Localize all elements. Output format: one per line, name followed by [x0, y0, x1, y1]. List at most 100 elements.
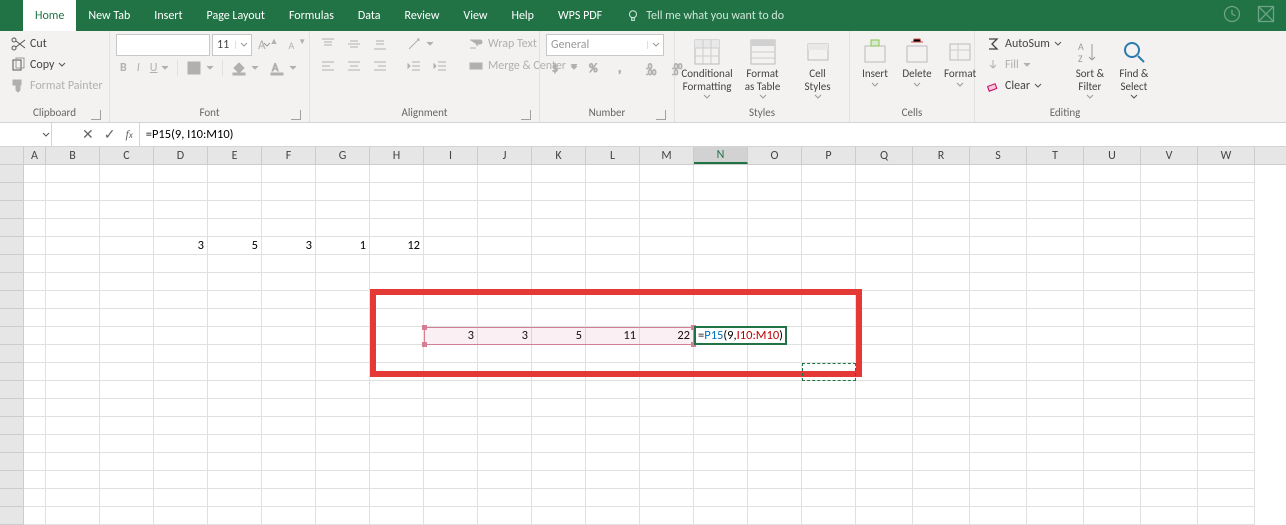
cell-S10[interactable] [970, 327, 1027, 345]
cell-A18[interactable] [24, 471, 46, 489]
col-header-R[interactable]: R [913, 147, 970, 164]
cell-T10[interactable] [1027, 327, 1084, 345]
row-header-2[interactable] [0, 183, 24, 201]
cell-U2[interactable] [1084, 183, 1141, 201]
cell-C14[interactable] [100, 399, 154, 417]
cell-U16[interactable] [1084, 435, 1141, 453]
cell-G8[interactable] [316, 291, 370, 309]
cell-D3[interactable] [154, 201, 208, 219]
cell-D16[interactable] [154, 435, 208, 453]
cell-J20[interactable] [478, 507, 532, 525]
cell-E2[interactable] [208, 183, 262, 201]
col-header-P[interactable]: P [802, 147, 856, 164]
cell-G16[interactable] [316, 435, 370, 453]
cell-F16[interactable] [262, 435, 316, 453]
cell-W15[interactable] [1198, 417, 1255, 435]
cell-T5[interactable] [1027, 237, 1084, 255]
tab-formulas[interactable]: Formulas [277, 0, 346, 31]
row-header-18[interactable] [0, 471, 24, 489]
cell-A4[interactable] [24, 219, 46, 237]
cell-O8[interactable] [748, 291, 802, 309]
cell-O4[interactable] [748, 219, 802, 237]
cell-A10[interactable] [24, 327, 46, 345]
cell-J17[interactable] [478, 453, 532, 471]
shrink-font-button[interactable]: A▼ [284, 37, 310, 54]
cell-K6[interactable] [532, 255, 586, 273]
tab-insert[interactable]: Insert [142, 0, 194, 31]
cell-K7[interactable] [532, 273, 586, 291]
cell-R8[interactable] [913, 291, 970, 309]
cell-K12[interactable] [532, 363, 586, 381]
cell-F10[interactable] [262, 327, 316, 345]
cell-F19[interactable] [262, 489, 316, 507]
cell-U4[interactable] [1084, 219, 1141, 237]
cell-S4[interactable] [970, 219, 1027, 237]
cell-P10[interactable] [802, 327, 856, 345]
cell-M9[interactable] [640, 309, 694, 327]
cell-N5[interactable] [694, 237, 748, 255]
cell-G13[interactable] [316, 381, 370, 399]
cell-N1[interactable] [694, 165, 748, 183]
cell-K13[interactable] [532, 381, 586, 399]
tab-review[interactable]: Review [393, 0, 452, 31]
cell-M3[interactable] [640, 201, 694, 219]
cell-V13[interactable] [1141, 381, 1198, 399]
cell-M5[interactable] [640, 237, 694, 255]
cell-P4[interactable] [802, 219, 856, 237]
cell-N15[interactable] [694, 417, 748, 435]
cell-I18[interactable] [424, 471, 478, 489]
cell-I20[interactable] [424, 507, 478, 525]
row-header-12[interactable] [0, 363, 24, 381]
cell-D5[interactable]: 3 [154, 237, 208, 255]
cell-W16[interactable] [1198, 435, 1255, 453]
cell-P1[interactable] [802, 165, 856, 183]
cell-U6[interactable] [1084, 255, 1141, 273]
row-header-11[interactable] [0, 345, 24, 363]
cell-R7[interactable] [913, 273, 970, 291]
cell-C9[interactable] [100, 309, 154, 327]
cell-W10[interactable] [1198, 327, 1255, 345]
cell-Q13[interactable] [856, 381, 913, 399]
cell-P17[interactable] [802, 453, 856, 471]
cell-S5[interactable] [970, 237, 1027, 255]
col-header-T[interactable]: T [1027, 147, 1084, 164]
align-right-button[interactable] [368, 56, 392, 76]
cell-R12[interactable] [913, 363, 970, 381]
cell-W11[interactable] [1198, 345, 1255, 363]
cell-F9[interactable] [262, 309, 316, 327]
cell-G5[interactable]: 1 [316, 237, 370, 255]
cell-U5[interactable] [1084, 237, 1141, 255]
cell-J14[interactable] [478, 399, 532, 417]
cell-N13[interactable] [694, 381, 748, 399]
cell-O9[interactable] [748, 309, 802, 327]
cell-D12[interactable] [154, 363, 208, 381]
cell-D7[interactable] [154, 273, 208, 291]
cell-C11[interactable] [100, 345, 154, 363]
cell-U12[interactable] [1084, 363, 1141, 381]
cell-W3[interactable] [1198, 201, 1255, 219]
autosum-button[interactable]: AutoSum [981, 34, 1066, 54]
cell-P12[interactable] [802, 363, 856, 381]
cell-I8[interactable] [424, 291, 478, 309]
cell-H14[interactable] [370, 399, 424, 417]
cell-B5[interactable] [46, 237, 100, 255]
cell-Q14[interactable] [856, 399, 913, 417]
cell-C15[interactable] [100, 417, 154, 435]
name-box-input[interactable] [0, 128, 40, 142]
cell-W4[interactable] [1198, 219, 1255, 237]
cell-I5[interactable] [424, 237, 478, 255]
col-header-N[interactable]: N [694, 147, 748, 164]
row-header-9[interactable] [0, 309, 24, 327]
cell-C20[interactable] [100, 507, 154, 525]
cell-E16[interactable] [208, 435, 262, 453]
cell-I14[interactable] [424, 399, 478, 417]
sort-filter-button[interactable]: AZ Sort & Filter [1070, 34, 1110, 103]
col-header-U[interactable]: U [1084, 147, 1141, 164]
cell-E18[interactable] [208, 471, 262, 489]
cell-A6[interactable] [24, 255, 46, 273]
cell-Q11[interactable] [856, 345, 913, 363]
cell-L2[interactable] [586, 183, 640, 201]
col-header-V[interactable]: V [1141, 147, 1198, 164]
cell-V11[interactable] [1141, 345, 1198, 363]
cell-I10[interactable]: 3 [424, 327, 478, 345]
